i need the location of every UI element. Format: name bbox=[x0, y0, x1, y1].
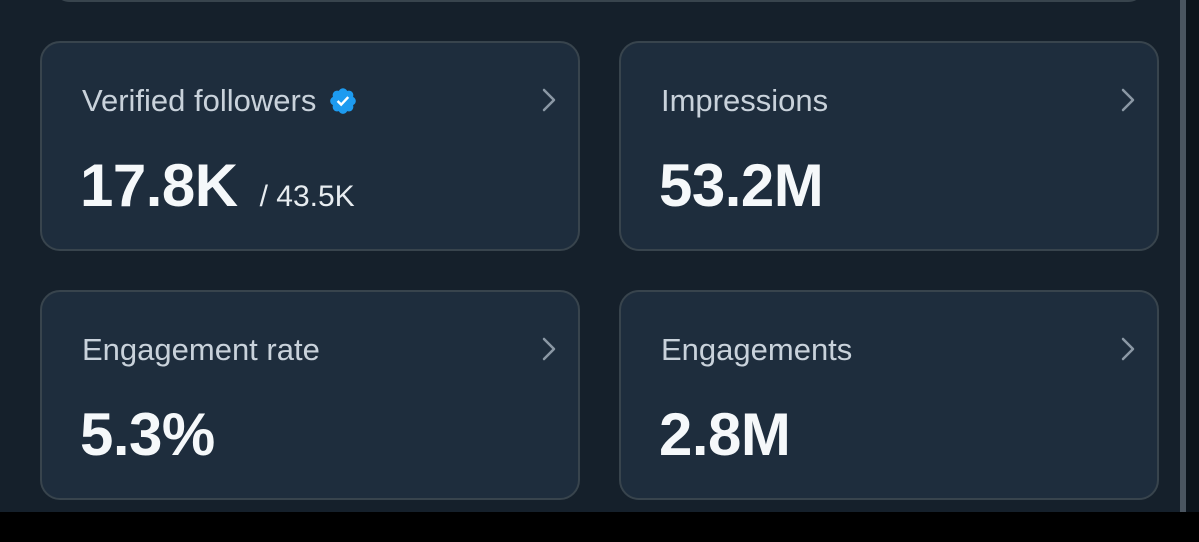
chevron-right-icon bbox=[542, 88, 556, 112]
verified-followers-value: 17.8K bbox=[80, 152, 238, 219]
impressions-label: Impressions bbox=[661, 83, 829, 118]
engagements-label: Engagements bbox=[661, 332, 853, 367]
card-value-row: 5.3% bbox=[80, 400, 215, 469]
engagement-rate-value: 5.3% bbox=[80, 401, 215, 468]
impressions-value: 53.2M bbox=[659, 152, 824, 219]
verified-followers-card[interactable]: Verified followers 17.8K / 43.5K bbox=[40, 41, 580, 251]
card-value-row: 53.2M bbox=[659, 151, 824, 220]
card-label-row: Impressions bbox=[661, 83, 828, 119]
card-value-row: 17.8K / 43.5K bbox=[80, 151, 355, 220]
card-label-row: Verified followers bbox=[82, 83, 358, 119]
previous-card[interactable] bbox=[52, 0, 1146, 2]
scrollbar-track-edge bbox=[1186, 0, 1199, 512]
engagement-rate-card[interactable]: Engagement rate 5.3% bbox=[40, 290, 580, 500]
card-value-row: 2.8M bbox=[659, 400, 791, 469]
engagements-card[interactable]: Engagements 2.8M bbox=[619, 290, 1159, 500]
total-followers-value: / 43.5K bbox=[259, 180, 355, 213]
engagement-rate-label: Engagement rate bbox=[82, 332, 320, 367]
chevron-right-icon bbox=[1121, 88, 1135, 112]
engagements-value: 2.8M bbox=[659, 401, 791, 468]
card-label-row: Engagements bbox=[661, 332, 852, 368]
analytics-screen: Verified followers 17.8K / 43.5K Impress… bbox=[0, 0, 1199, 512]
chevron-right-icon bbox=[542, 337, 556, 361]
impressions-card[interactable]: Impressions 53.2M bbox=[619, 41, 1159, 251]
card-label-row: Engagement rate bbox=[82, 332, 320, 368]
verified-badge-icon bbox=[330, 88, 357, 114]
verified-followers-label: Verified followers bbox=[82, 83, 317, 118]
chevron-right-icon bbox=[1121, 337, 1135, 361]
